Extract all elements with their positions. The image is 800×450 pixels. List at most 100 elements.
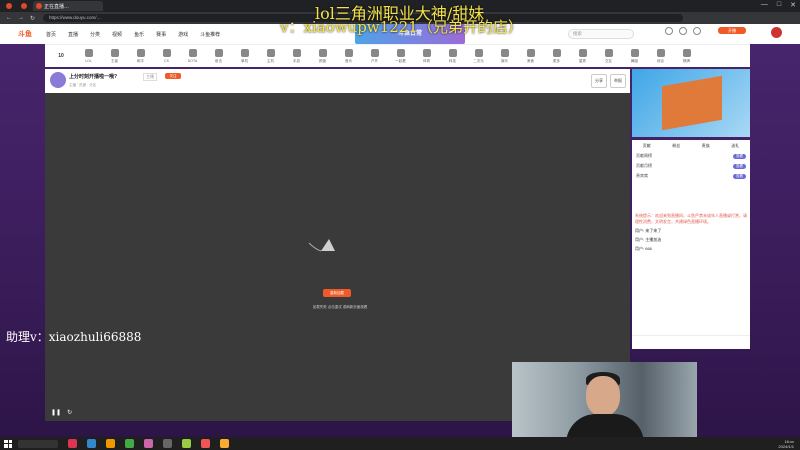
user-avatar[interactable] (771, 27, 782, 38)
category-label: 棋牌 (683, 58, 690, 63)
room-actions: 分享 举报 (591, 74, 626, 88)
category-item[interactable]: LOL (80, 49, 97, 63)
category-item[interactable]: 一起看 (392, 48, 409, 64)
nav-item[interactable]: 直播 (68, 31, 78, 38)
app-icon[interactable] (182, 439, 191, 448)
app-icon[interactable] (163, 439, 172, 448)
category-item[interactable]: 更多 (548, 48, 565, 64)
category-item[interactable]: DOTA (184, 49, 201, 63)
chat-input[interactable] (632, 335, 750, 349)
category-label: 科技 (449, 58, 456, 63)
room-title: 上分时刻开播啦一哦? (69, 74, 118, 80)
overlay-text-3: 助理v：xiaozhuli66888 (6, 330, 142, 344)
category-item[interactable]: 美食 (522, 48, 539, 64)
browser-tab[interactable] (3, 1, 15, 11)
open-stream-button[interactable]: 开播 (718, 27, 746, 34)
browser-tab-active[interactable]: 正在直播… (33, 1, 103, 11)
rank-pill[interactable]: 查看 (733, 163, 746, 169)
nav-item[interactable]: 视频 (112, 31, 122, 38)
app-icon[interactable] (201, 439, 210, 448)
message-icon[interactable] (693, 27, 701, 35)
browser-tab[interactable] (18, 1, 30, 11)
rank-tab[interactable]: 粉丝 (672, 143, 680, 149)
category-item[interactable]: 手游 (288, 48, 305, 64)
rank-tab[interactable]: 贡献 (643, 143, 651, 149)
rank-pill[interactable]: 查看 (733, 153, 746, 159)
rank-row[interactable]: 贡献月榜 查看 (632, 159, 750, 169)
nav-item[interactable]: 斗鱼推荐 (200, 31, 220, 38)
reload-button[interactable]: 重新加载 (323, 289, 351, 297)
taskbar-apps (68, 439, 229, 448)
category-item[interactable]: 射击 (210, 48, 227, 64)
ad-banner[interactable] (632, 69, 750, 137)
minimize-button[interactable]: — (761, 1, 768, 9)
app-icon[interactable] (106, 439, 115, 448)
loading-spinner-icon (308, 239, 335, 252)
app-icon[interactable] (68, 439, 77, 448)
category-item[interactable]: 舞蹈 (626, 48, 643, 64)
nav-item[interactable]: 赛事 (156, 31, 166, 38)
chat-message: 用户: 主播加油 (635, 237, 662, 242)
maximize-button[interactable]: □ (777, 1, 781, 9)
category-item[interactable]: 体育 (418, 48, 435, 64)
close-button[interactable]: ✕ (790, 1, 796, 9)
reload-icon[interactable]: ↻ (30, 15, 35, 22)
category-item[interactable]: 单机 (236, 48, 253, 64)
category-item[interactable]: 交友 (600, 48, 617, 64)
follow-button[interactable]: 关注 (165, 73, 181, 79)
rank-tab[interactable]: 送礼 (731, 143, 739, 149)
category-item[interactable]: 王者 (106, 48, 123, 64)
chat-message: 用户: 来了来了 (635, 228, 662, 233)
history-icon[interactable] (665, 27, 673, 35)
nav-item[interactable]: 分类 (90, 31, 100, 38)
streamer-avatar[interactable] (50, 72, 66, 88)
category-label: 星秀 (579, 58, 586, 63)
category-item[interactable]: 主机 (262, 48, 279, 64)
category-item[interactable]: 科技 (444, 48, 461, 64)
category-label: CS (164, 59, 169, 63)
search-input[interactable]: 搜索 (568, 29, 634, 39)
start-button[interactable] (4, 439, 12, 448)
app-icon[interactable] (220, 439, 229, 448)
share-button[interactable]: 分享 (591, 74, 607, 88)
category-label: 交友 (605, 58, 612, 63)
category-item[interactable]: 棋牌 (678, 48, 695, 64)
category-item[interactable]: 综合 (652, 48, 669, 64)
category-icon (214, 48, 223, 57)
rank-row[interactable]: 贵宾席 查看 (632, 169, 750, 179)
category-item[interactable]: 颜值 (314, 48, 331, 64)
category-item[interactable]: 星秀 (574, 48, 591, 64)
forward-icon[interactable]: → (18, 15, 24, 21)
rank-pill[interactable]: 查看 (733, 173, 746, 179)
nav-item[interactable]: 游戏 (178, 31, 188, 38)
app-icon[interactable] (144, 439, 153, 448)
category-label: 二次元 (473, 58, 484, 63)
overlay-text-2: v：xiaowupw1221（兄弟开的店） (280, 18, 523, 36)
report-button[interactable]: 举报 (610, 74, 626, 88)
site-logo[interactable]: 斗鱼 (18, 29, 32, 39)
category-item[interactable]: 音乐 (340, 48, 357, 64)
category-label: 娱乐 (501, 58, 508, 63)
follow-icon[interactable] (679, 27, 687, 35)
app-icon[interactable] (87, 439, 96, 448)
category-item[interactable]: 户外 (366, 48, 383, 64)
pause-icon[interactable]: ❚❚ (51, 409, 61, 416)
app-icon[interactable] (125, 439, 134, 448)
rank-tab[interactable]: 贵族 (702, 143, 710, 149)
category-item[interactable]: CS (158, 49, 175, 63)
category-item[interactable]: 和平 (132, 48, 149, 64)
category-icon (136, 48, 145, 57)
category-icon (396, 48, 405, 57)
category-icon (162, 49, 171, 57)
taskbar-search[interactable] (18, 439, 58, 448)
nav-item[interactable]: 鱼乐 (134, 31, 144, 38)
category-item[interactable]: 娱乐 (496, 48, 513, 64)
category-item[interactable]: 二次元 (470, 48, 487, 64)
rank-row[interactable]: 贡献周榜 查看 (632, 149, 750, 159)
nav-item[interactable]: 首页 (46, 31, 56, 38)
refresh-icon[interactable]: ↻ (67, 409, 72, 416)
category-label: 更多 (553, 58, 560, 63)
clock-date[interactable]: 2024/1/1 (778, 444, 794, 449)
back-icon[interactable]: ← (6, 15, 12, 21)
category-label: LOL (85, 59, 92, 63)
